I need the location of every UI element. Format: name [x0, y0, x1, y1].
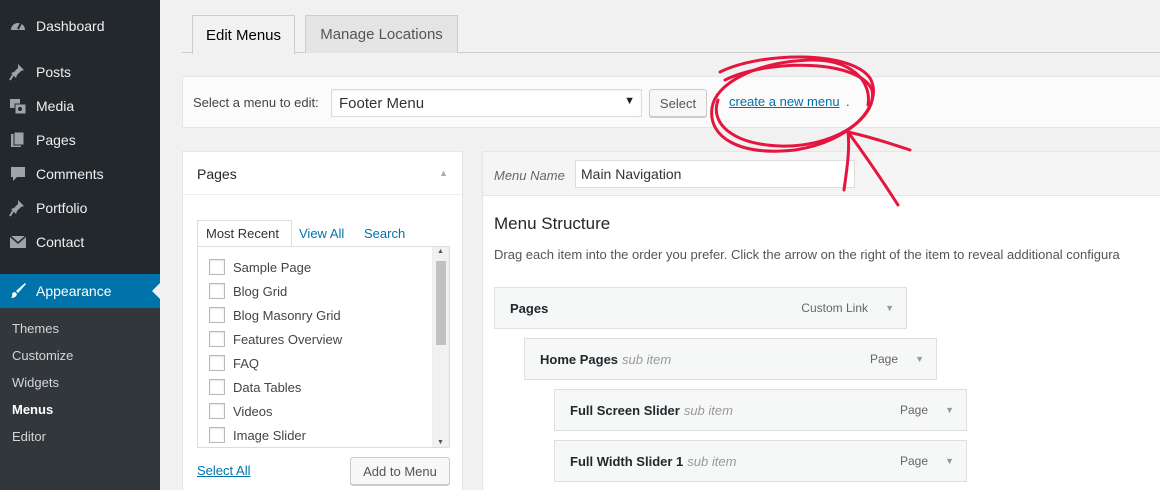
pages-icon — [9, 131, 27, 149]
list-item[interactable]: Data Tables — [209, 379, 301, 395]
tab-manage-locations[interactable]: Manage Locations — [305, 15, 458, 53]
pages-accordion-panel: Pages ▲ Most Recent View All Search Samp… — [182, 151, 463, 490]
list-item[interactable]: FAQ — [209, 355, 259, 371]
menu-structure-description: Drag each item into the order you prefer… — [494, 247, 1120, 262]
submenu-widgets[interactable]: Widgets — [12, 375, 59, 390]
nav-pages[interactable]: Pages — [0, 123, 160, 157]
sub-item-tag: sub item — [622, 352, 672, 367]
expand-arrow-icon[interactable]: ▼ — [945, 405, 954, 415]
submenu-editor[interactable]: Editor — [12, 429, 46, 444]
scroll-down-icon[interactable]: ▼ — [437, 439, 444, 446]
nav-contact[interactable]: Contact — [0, 225, 160, 259]
checkbox[interactable] — [209, 379, 225, 395]
menu-item-type: Custom Link — [801, 301, 868, 315]
list-item[interactable]: Sample Page — [209, 259, 311, 275]
menu-select-dropdown[interactable]: Footer Menu ▼ — [331, 89, 642, 117]
menu-item-type: Page — [899, 454, 928, 468]
checkbox[interactable] — [209, 259, 225, 275]
list-item[interactable]: Features Overview — [209, 331, 342, 347]
scroll-thumb[interactable] — [436, 261, 446, 345]
page-checklist: Sample Page Blog Grid Blog Masonry Grid … — [197, 246, 450, 448]
menu-select-value: Footer Menu — [339, 95, 425, 112]
list-scrollbar[interactable]: ▲ ▼ — [432, 247, 449, 447]
tab-search[interactable]: Search — [364, 226, 405, 241]
checkbox[interactable] — [209, 427, 225, 443]
menu-name-bar: Menu Name Main Navigation — [483, 152, 1160, 196]
envelope-icon — [9, 233, 27, 251]
menu-item-title: Home Pages sub item — [540, 352, 672, 367]
menu-item[interactable]: Full Width Slider 1 sub item Page ▼ — [554, 440, 967, 482]
collapse-arrow-icon[interactable]: ▲ — [439, 168, 448, 178]
menu-item-type: Page — [899, 403, 928, 417]
nav-media[interactable]: Media — [0, 89, 160, 123]
menu-item-title: Full Width Slider 1 sub item — [570, 454, 737, 469]
comment-icon — [9, 165, 27, 183]
nav-appearance[interactable]: Appearance — [0, 274, 160, 308]
media-icon — [9, 97, 27, 115]
select-menu-label: Select a menu to edit: — [193, 95, 319, 110]
brush-icon — [9, 282, 27, 300]
tab-edit-menus[interactable]: Edit Menus — [192, 15, 295, 54]
expand-arrow-icon[interactable]: ▼ — [915, 354, 924, 364]
menu-item-type: Page — [869, 352, 898, 366]
tab-most-recent[interactable]: Most Recent — [206, 226, 279, 241]
manage-menus-bar: Select a menu to edit: Footer Menu ▼ Sel… — [182, 76, 1160, 128]
menu-name-input[interactable]: Main Navigation — [575, 160, 855, 188]
list-item[interactable]: Blog Grid — [209, 283, 287, 299]
pages-panel-title: Pages — [197, 166, 237, 182]
menu-item-title: Full Screen Slider sub item — [570, 403, 733, 418]
submenu-themes[interactable]: Themes — [12, 321, 59, 336]
menu-item-title: Pages — [510, 301, 549, 316]
expand-arrow-icon[interactable]: ▼ — [885, 303, 894, 313]
checkbox[interactable] — [209, 307, 225, 323]
nav-comments[interactable]: Comments — [0, 157, 160, 191]
scroll-up-icon[interactable]: ▲ — [437, 248, 444, 255]
menu-name-label: Menu Name — [494, 168, 565, 183]
checkbox[interactable] — [209, 331, 225, 347]
nav-dashboard[interactable]: Dashboard — [0, 9, 160, 43]
menu-item[interactable]: Pages Custom Link ▼ — [494, 287, 907, 329]
pages-panel-header[interactable]: Pages ▲ — [183, 152, 462, 195]
checkbox[interactable] — [209, 283, 225, 299]
list-item[interactable]: Videos — [209, 403, 273, 419]
submenu-customize[interactable]: Customize — [12, 348, 73, 363]
menu-structure-title: Menu Structure — [494, 214, 611, 233]
list-item[interactable]: Blog Masonry Grid — [209, 307, 341, 323]
admin-sidebar: Dashboard Posts Media Pages Comments Por… — [0, 0, 160, 490]
pin-icon — [9, 63, 27, 81]
menu-structure-panel: Menu Name Main Navigation Menu Structure… — [482, 151, 1160, 490]
sub-item-tag: sub item — [683, 403, 733, 418]
nav-portfolio[interactable]: Portfolio — [0, 191, 160, 225]
dropdown-caret-icon: ▼ — [624, 95, 635, 107]
checkbox[interactable] — [209, 355, 225, 371]
create-link-period: . — [846, 94, 850, 109]
tab-view-all[interactable]: View All — [299, 226, 344, 241]
menu-item[interactable]: Home Pages sub item Page ▼ — [524, 338, 937, 380]
menu-item[interactable]: Full Screen Slider sub item Page ▼ — [554, 389, 967, 431]
list-item[interactable]: Image Slider — [209, 427, 306, 443]
select-all-link[interactable]: Select All — [197, 463, 250, 478]
create-new-menu-link[interactable]: create a new menu — [729, 94, 840, 109]
nav-posts[interactable]: Posts — [0, 55, 160, 89]
pin-icon — [9, 199, 27, 217]
select-button[interactable]: Select — [649, 89, 707, 117]
checkbox[interactable] — [209, 403, 225, 419]
dashboard-icon — [9, 17, 27, 35]
appearance-submenu: Themes Customize Widgets Menus Editor — [0, 308, 160, 490]
sub-item-tag: sub item — [687, 454, 737, 469]
submenu-menus[interactable]: Menus — [12, 402, 53, 417]
add-to-menu-button[interactable]: Add to Menu — [350, 457, 450, 485]
expand-arrow-icon[interactable]: ▼ — [945, 456, 954, 466]
